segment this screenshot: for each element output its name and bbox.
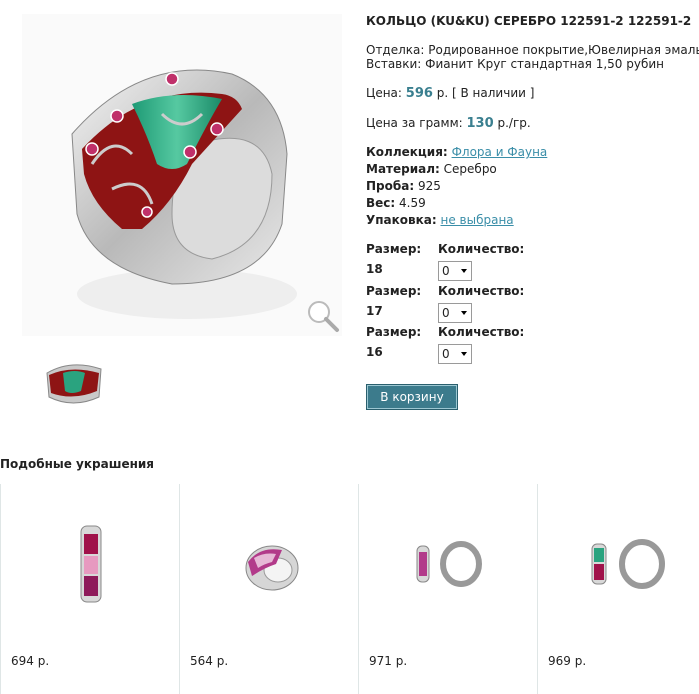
quantity-select[interactable]: 0 xyxy=(438,344,472,364)
weight-label: Вес: xyxy=(366,196,396,210)
size-value: 18 xyxy=(366,262,383,276)
similar-item-price: 971 р. xyxy=(369,654,408,668)
stock-status: [ В наличии ] xyxy=(452,86,535,100)
gram-price-label: Цена за грамм: xyxy=(366,116,463,130)
material-value: Серебро xyxy=(443,162,497,176)
probe-label: Проба: xyxy=(366,179,415,193)
price-unit: р. xyxy=(436,86,449,100)
quantity-select[interactable]: 0 xyxy=(438,303,472,323)
magnifier-icon[interactable] xyxy=(305,298,341,334)
chevron-down-icon xyxy=(461,269,467,273)
similar-item[interactable]: 971 р. xyxy=(358,484,537,694)
price-label: Цена: xyxy=(366,86,402,100)
probe-row: Проба: 925 xyxy=(366,179,441,193)
collection-row: Коллекция: Флора и Фауна xyxy=(366,145,547,159)
gram-price-unit: р./гр. xyxy=(497,116,531,130)
price-value: 596 xyxy=(405,86,433,101)
quantity-label: Количество: xyxy=(438,325,525,339)
chevron-down-icon xyxy=(461,352,467,356)
gram-price-value: 130 xyxy=(466,116,494,131)
similar-item-price: 694 р. xyxy=(11,654,50,668)
product-thumbnail[interactable] xyxy=(40,350,108,418)
size-value: 16 xyxy=(366,345,383,359)
ring-image xyxy=(245,545,299,591)
similar-grid: 694 р. 564 р. 971 р. 969 р. xyxy=(0,484,699,694)
quantity-label: Количество: xyxy=(438,284,525,298)
similar-item[interactable]: 969 р. xyxy=(537,484,699,694)
size-label: Размер: 16 xyxy=(366,325,422,359)
similar-item[interactable]: 564 р. xyxy=(179,484,358,694)
material-row: Материал: Серебро xyxy=(366,162,497,176)
similar-item-price: 564 р. xyxy=(190,654,229,668)
add-to-cart-button[interactable]: В корзину xyxy=(366,384,458,410)
size-label: Размер: 18 xyxy=(366,242,422,276)
price-row: Цена: 596 р. [ В наличии ] xyxy=(366,86,534,101)
product-title: КОЛЬЦО (KU&KU) СЕРЕБРО 122591-2 122591-2 xyxy=(366,14,692,28)
size-label: Размер: 17 xyxy=(366,284,422,318)
earrings-image xyxy=(591,539,665,589)
package-row: Упаковка: не выбрана xyxy=(366,213,514,227)
probe-value: 925 xyxy=(417,179,441,193)
package-link[interactable]: не выбрана xyxy=(441,213,514,227)
quantity-select[interactable]: 0 xyxy=(438,261,472,281)
quantity-label: Количество: xyxy=(438,242,525,256)
product-main-image[interactable] xyxy=(22,14,342,336)
collection-link[interactable]: Флора и Фауна xyxy=(452,145,548,159)
similar-heading: Подобные украшения xyxy=(0,457,155,471)
similar-item-price: 969 р. xyxy=(548,654,587,668)
similar-item[interactable]: 694 р. xyxy=(0,484,179,694)
collection-label: Коллекция: xyxy=(366,145,448,159)
finish-line: Отделка: Родированное покрытие,Ювелирная… xyxy=(366,43,699,57)
size-value: 17 xyxy=(366,304,383,318)
package-label: Упаковка: xyxy=(366,213,437,227)
gram-price-row: Цена за грамм: 130 р./гр. xyxy=(366,116,531,131)
chevron-down-icon xyxy=(461,311,467,315)
material-label: Материал: xyxy=(366,162,440,176)
earrings-image xyxy=(416,541,482,587)
pendant-image xyxy=(80,525,102,603)
weight-row: Вес: 4.59 xyxy=(366,196,426,210)
inserts-line: Вставки: Фианит Круг стандартная 1,50 ру… xyxy=(366,57,665,71)
weight-value: 4.59 xyxy=(399,196,426,210)
